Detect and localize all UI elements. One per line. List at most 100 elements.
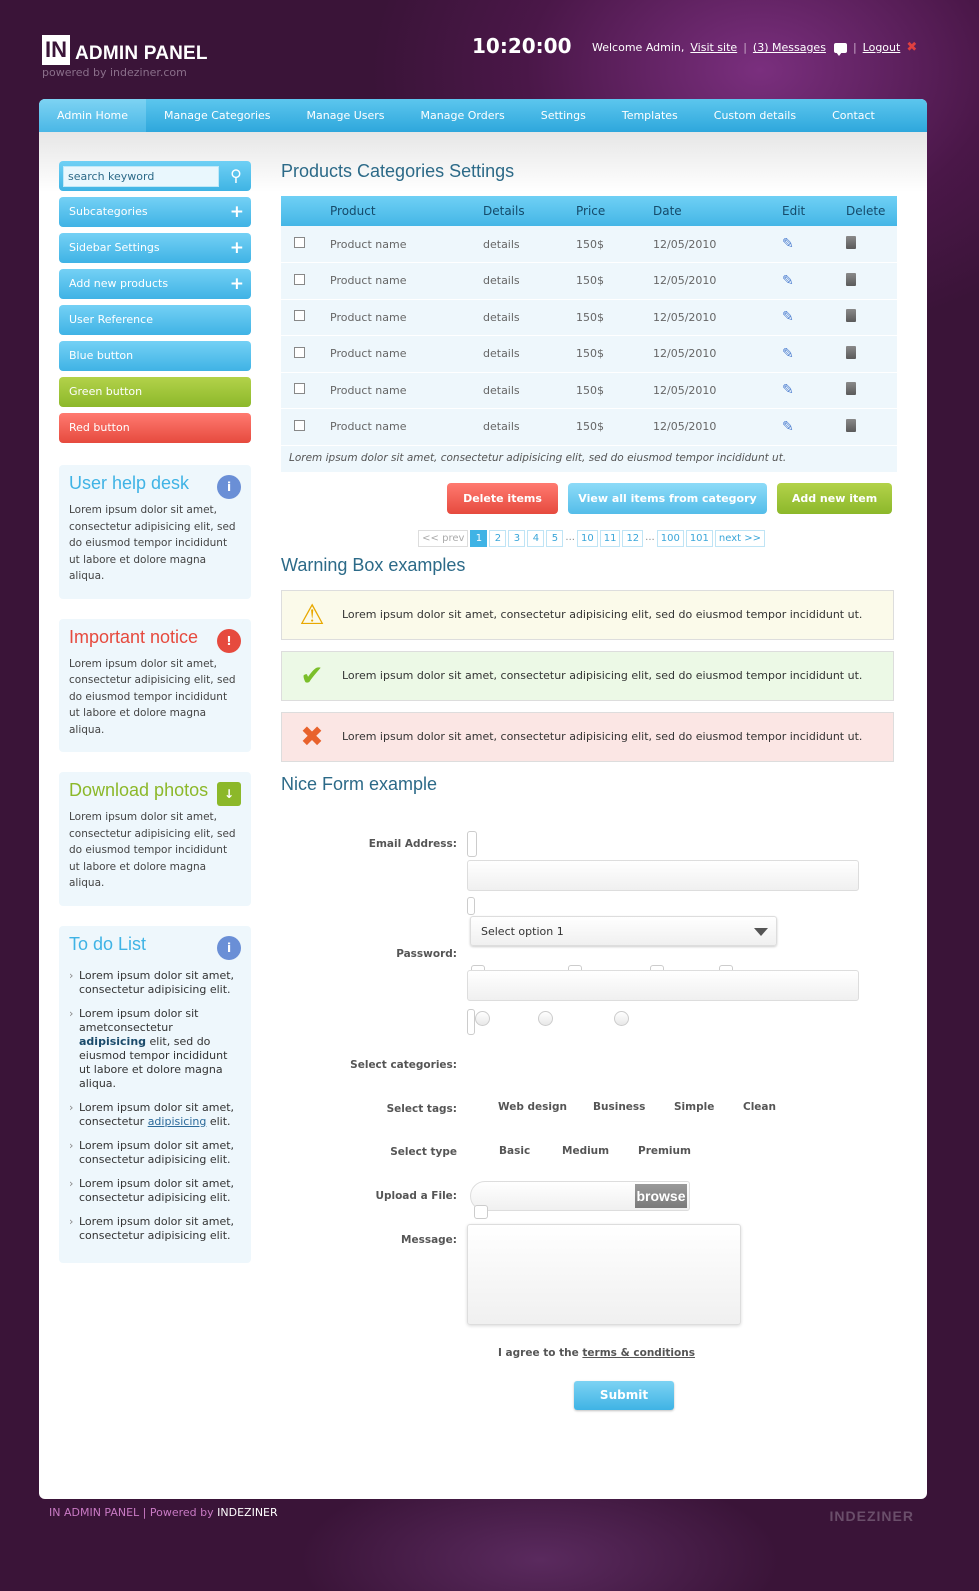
tag-business[interactable]: Business xyxy=(593,1101,645,1113)
red-button[interactable]: Red button xyxy=(59,413,251,443)
pager-page[interactable]: 11 xyxy=(599,529,621,547)
nav-contact[interactable]: Contact xyxy=(814,99,893,132)
cell-delete xyxy=(846,263,897,300)
add-new-item-button[interactable]: Add new item xyxy=(777,482,892,514)
cell-date: 12/05/2010 xyxy=(653,310,717,324)
tag-simple[interactable]: Simple xyxy=(674,1101,714,1113)
nav-admin-home[interactable]: Admin Home xyxy=(39,99,147,132)
pager-page[interactable]: 10 xyxy=(576,529,598,547)
pager-next[interactable]: next >> xyxy=(714,529,765,547)
browse-button[interactable]: browse xyxy=(635,1184,687,1208)
row-checkbox[interactable] xyxy=(294,237,305,248)
type-medium[interactable]: Medium xyxy=(562,1145,609,1157)
radio-button[interactable] xyxy=(614,1011,629,1026)
add-new-products-button[interactable]: Add new products + xyxy=(59,269,251,299)
trash-icon[interactable] xyxy=(846,382,856,396)
cell-product: Product name xyxy=(330,383,407,397)
messages-link[interactable]: (3) Messages xyxy=(753,41,826,54)
logo[interactable]: IN ADMIN PANEL xyxy=(42,35,208,65)
upload-field[interactable]: browse xyxy=(470,1181,690,1211)
pager-page[interactable]: 101 xyxy=(685,529,713,547)
edit-pencil-icon[interactable]: ✎ xyxy=(782,419,794,435)
field-edge xyxy=(467,1009,475,1035)
trash-icon[interactable] xyxy=(846,309,856,323)
trash-icon[interactable] xyxy=(846,345,856,359)
trash-icon[interactable] xyxy=(846,272,856,286)
nav-templates[interactable]: Templates xyxy=(604,99,696,132)
logout-link[interactable]: Logout xyxy=(863,41,901,54)
pager-page[interactable]: 1 xyxy=(470,529,488,547)
pager-page[interactable]: 4 xyxy=(527,529,545,547)
list-item: Lorem ipsum dolor sit amet, consectetur … xyxy=(69,1139,241,1167)
radio-button[interactable] xyxy=(538,1011,553,1026)
pager-prev[interactable]: << prev xyxy=(418,529,469,547)
cell-price: 150$ xyxy=(576,420,604,434)
blue-button[interactable]: Blue button xyxy=(59,341,251,371)
trash-icon[interactable] xyxy=(846,418,856,432)
button-label: Sidebar Settings xyxy=(69,241,160,254)
edit-pencil-icon[interactable]: ✎ xyxy=(782,382,794,398)
edit-pencil-icon[interactable]: ✎ xyxy=(782,236,794,252)
select-dropdown[interactable]: Select option 1 xyxy=(470,916,777,946)
pager-page[interactable]: 5 xyxy=(546,529,564,547)
row-checkbox[interactable] xyxy=(294,310,305,322)
email-label: Email Address: xyxy=(368,838,457,850)
pager-page[interactable]: 3 xyxy=(508,529,526,547)
radio-button[interactable] xyxy=(475,1011,490,1026)
agree-text: I agree to the xyxy=(498,1347,579,1359)
cell-price: 150$ xyxy=(576,347,604,361)
nav-manage-categories[interactable]: Manage Categories xyxy=(146,99,288,132)
delete-items-button[interactable]: Delete items xyxy=(447,482,558,514)
nav-manage-orders[interactable]: Manage Orders xyxy=(403,99,523,132)
type-basic[interactable]: Basic xyxy=(499,1145,530,1157)
visit-site-link[interactable]: Visit site xyxy=(690,41,737,54)
warning-icon: ⚠ xyxy=(299,598,325,631)
email-field[interactable] xyxy=(467,860,859,891)
pager-page[interactable]: 2 xyxy=(489,529,507,547)
trash-icon[interactable] xyxy=(846,236,856,249)
search-icon[interactable]: ⚲ xyxy=(225,165,247,187)
sidebar-settings-button[interactable]: Sidebar Settings + xyxy=(59,233,251,263)
edit-pencil-icon[interactable]: ✎ xyxy=(782,273,794,289)
box-text: Lorem ipsum dolor sit amet, consectetur … xyxy=(69,657,236,736)
nav-manage-users[interactable]: Manage Users xyxy=(289,99,403,132)
view-all-items-button[interactable]: View all items from category xyxy=(568,482,767,514)
table-actions: Delete items View all items from categor… xyxy=(281,482,892,514)
message-textarea[interactable] xyxy=(467,1224,741,1325)
logo-text: ADMIN PANEL xyxy=(75,43,208,64)
submit-button[interactable]: Submit xyxy=(574,1381,674,1410)
row-checkbox[interactable] xyxy=(294,346,305,358)
plus-icon: + xyxy=(229,202,244,222)
todo-list-box: To do List i Lorem ipsum dolor sit amet,… xyxy=(59,925,251,1263)
tag-clean[interactable]: Clean xyxy=(743,1101,776,1113)
row-checkbox[interactable] xyxy=(294,383,305,395)
upload-label: Upload a File: xyxy=(375,1190,457,1202)
select-value: Select option 1 xyxy=(481,925,564,938)
nav-settings[interactable]: Settings xyxy=(523,99,604,132)
subcategories-button[interactable]: Subcategories + xyxy=(59,197,251,227)
list-item-link[interactable]: adipisicing xyxy=(148,1115,207,1128)
error-box: ✖ Lorem ipsum dolor sit amet, consectetu… xyxy=(281,711,894,762)
pager-page[interactable]: 12 xyxy=(622,529,644,547)
footer-brand[interactable]: INDEZINER xyxy=(217,1506,278,1519)
nav-custom-details[interactable]: Custom details xyxy=(696,99,814,132)
search-input[interactable] xyxy=(63,165,219,187)
green-button[interactable]: Green button xyxy=(59,377,251,407)
email-field-edge[interactable] xyxy=(467,831,477,857)
close-icon[interactable]: ✖ xyxy=(906,40,917,55)
terms-link[interactable]: terms & conditions xyxy=(582,1347,695,1359)
row-select xyxy=(281,409,330,446)
separator: | xyxy=(852,41,857,54)
type-premium[interactable]: Premium xyxy=(638,1145,691,1157)
welcome-text: Welcome Admin, xyxy=(592,41,685,54)
row-checkbox[interactable] xyxy=(294,419,305,431)
row-checkbox[interactable] xyxy=(294,273,305,285)
password-field[interactable] xyxy=(467,970,859,1001)
edit-pencil-icon[interactable]: ✎ xyxy=(782,346,794,362)
pager-page[interactable]: 100 xyxy=(656,529,684,547)
box-title: User help desk xyxy=(69,473,190,493)
upload-handle[interactable] xyxy=(474,1205,488,1219)
tag-web-design[interactable]: Web design xyxy=(498,1101,567,1113)
edit-pencil-icon[interactable]: ✎ xyxy=(782,309,794,325)
user-reference-button[interactable]: User Reference xyxy=(59,305,251,335)
